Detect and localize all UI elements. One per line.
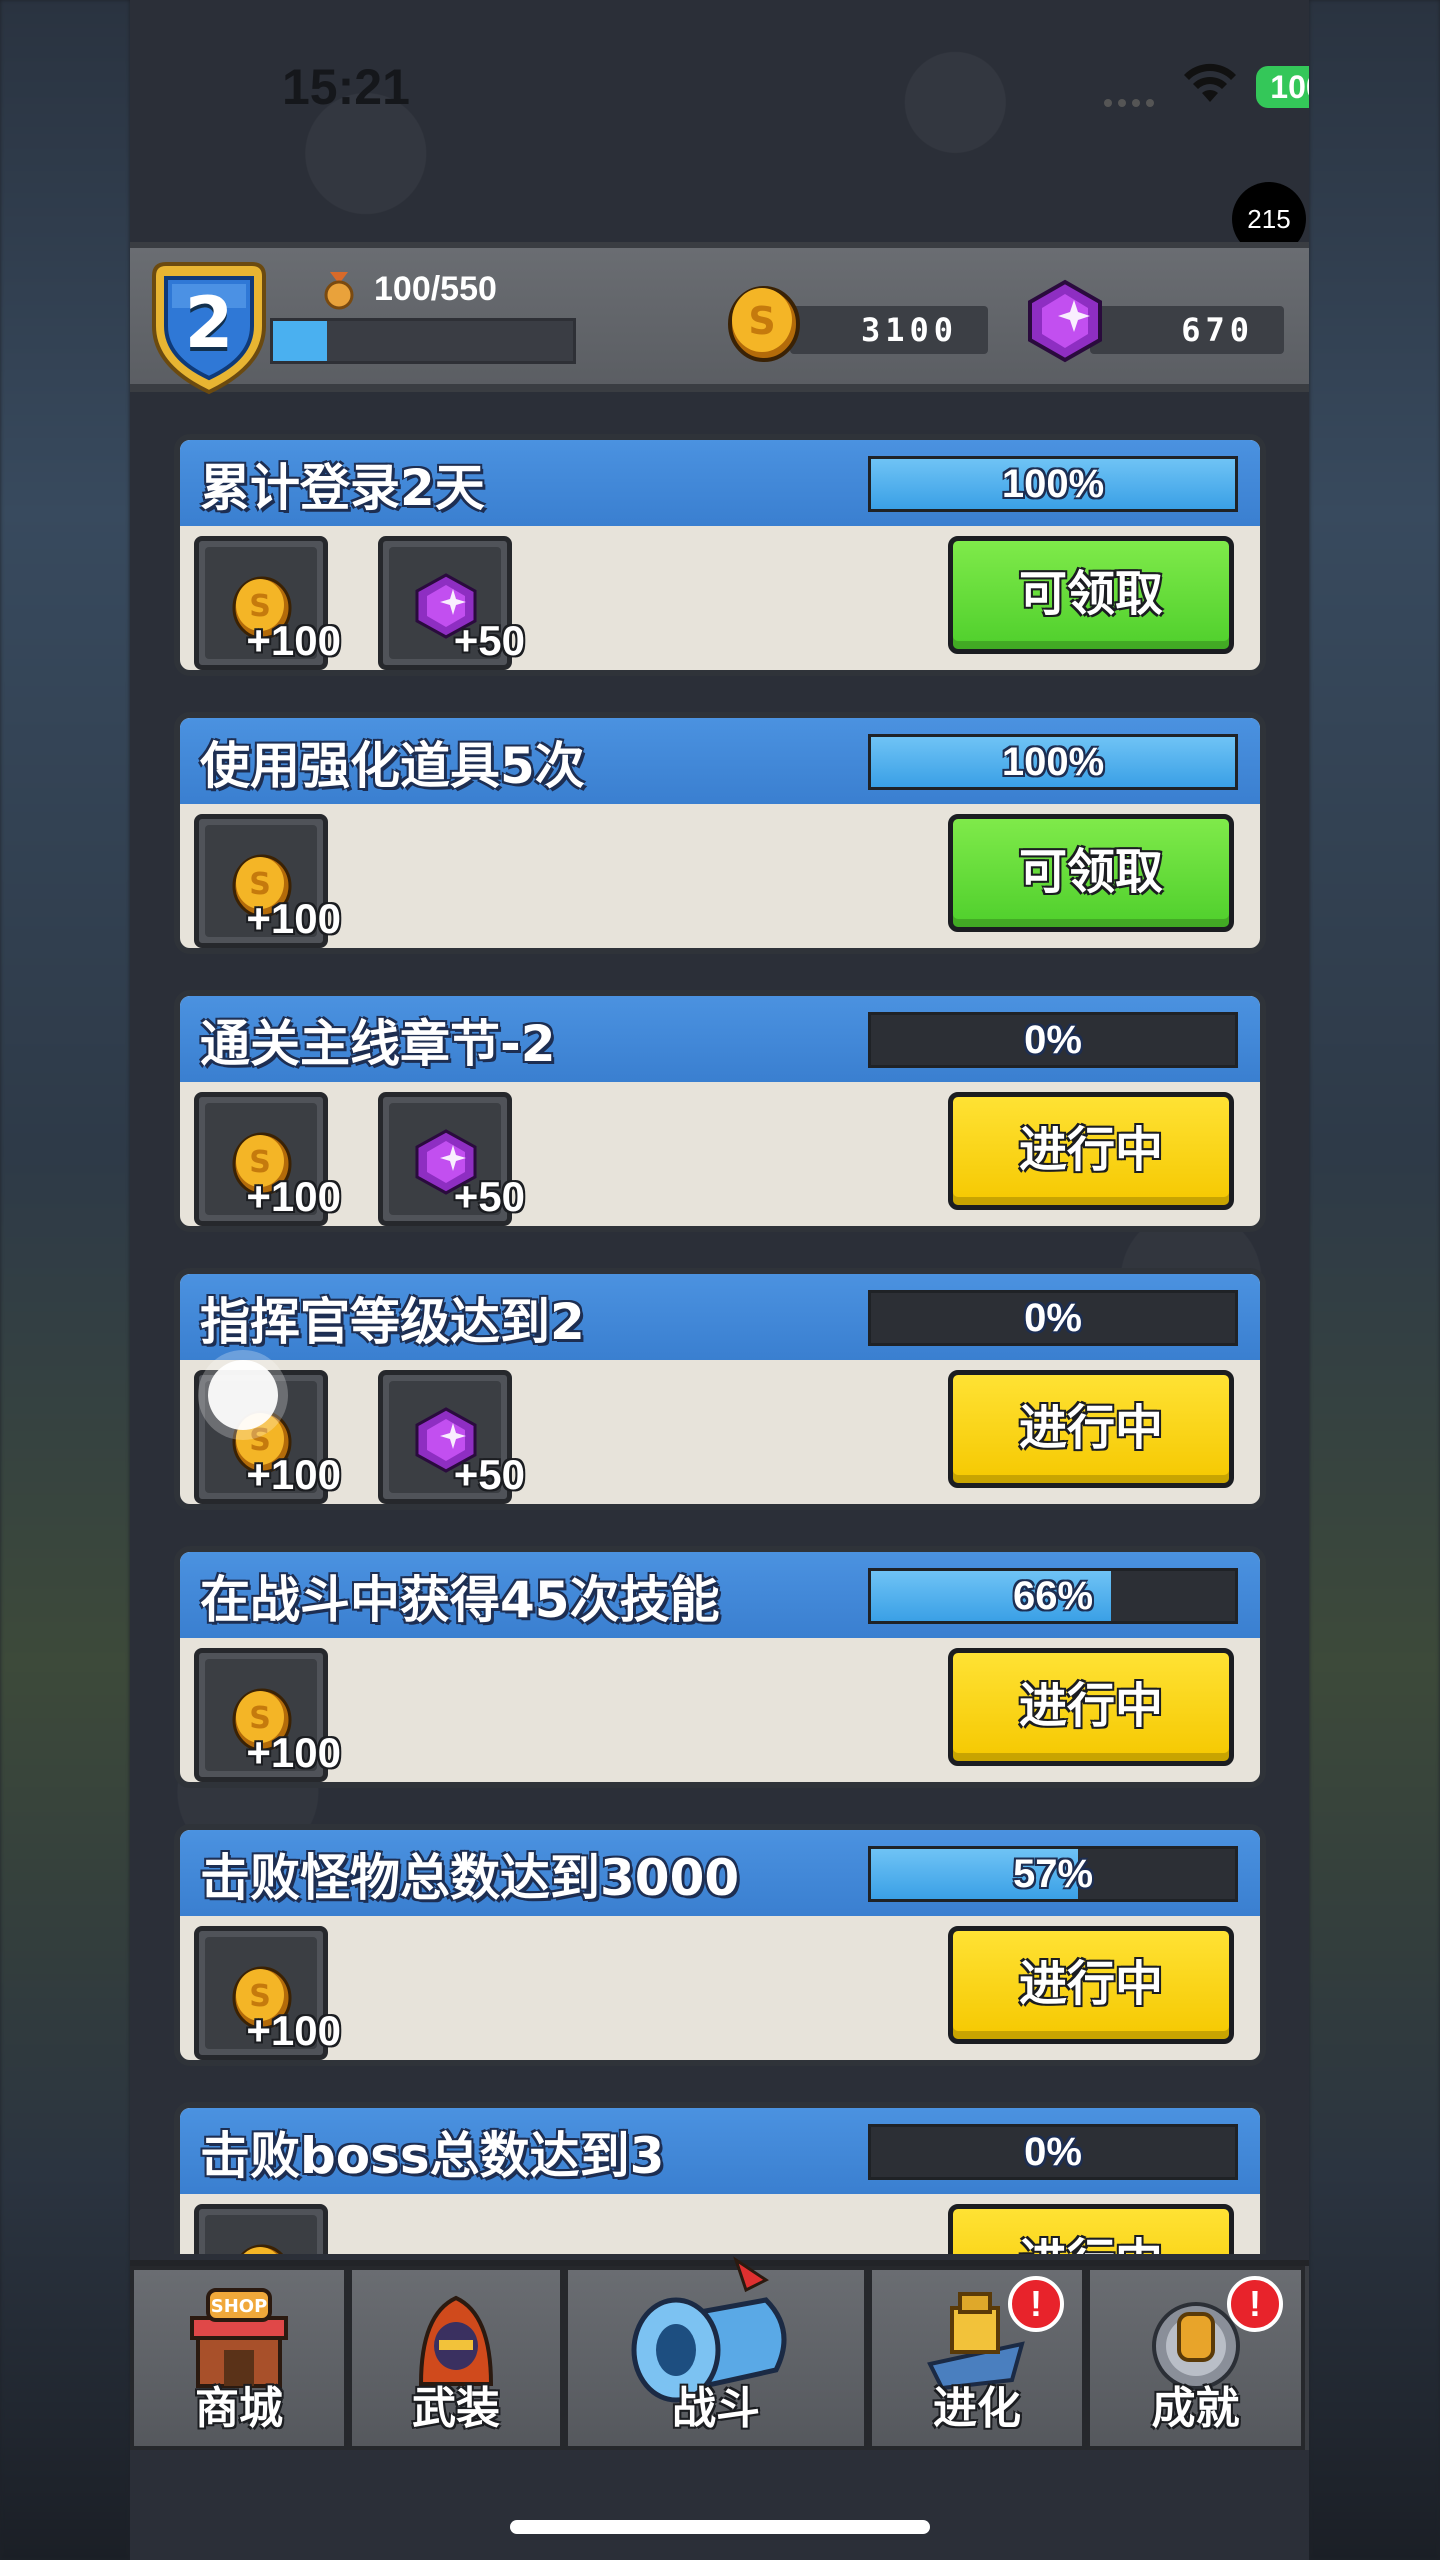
reward-amount: +100 [246, 2007, 341, 2054]
battery-indicator: 100 [1256, 66, 1309, 108]
reward-amount: +100 [246, 1451, 341, 1498]
quest-card: 累计登录2天 100% S +100 +50 可领取 [174, 434, 1266, 676]
reward-amount: +100 [246, 617, 341, 664]
in-progress-button[interactable]: 进行中 [948, 1926, 1234, 2044]
quest-header: 指挥官等级达到2 0% [180, 1274, 1260, 1360]
reward-amount: +100 [246, 1729, 341, 1776]
quest-progress-text: 100% [1001, 462, 1105, 506]
nav-battle-label: 战斗 [672, 2383, 760, 2434]
resource-bar: 2 100/550 3100 S 670 [130, 242, 1309, 395]
svg-text:S: S [748, 299, 775, 343]
reward-amount: +50 [453, 617, 525, 664]
xp-progress-fill [273, 321, 327, 361]
in-progress-button[interactable]: 进行中 [948, 1370, 1234, 1488]
nav-shop-label: 商城 [195, 2383, 283, 2434]
wifi-icon [1184, 63, 1236, 102]
quest-progress-text: 0% [1024, 2130, 1082, 2174]
reward-amount: +50 [453, 1173, 525, 1220]
reward-amount: +50 [453, 1451, 525, 1498]
quest-header: 击败怪物总数达到3000 57% [180, 1830, 1260, 1916]
player-level: 2 [184, 282, 234, 364]
quest-progress-text: 66% [1012, 1574, 1094, 1618]
nav-shop[interactable]: SHOP 商城 [130, 2266, 348, 2450]
quest-progress-bar: 100% [868, 456, 1238, 512]
reward-slot[interactable]: +50 [378, 1092, 525, 1226]
nav-armory[interactable]: 武装 [348, 2266, 564, 2450]
reward-amount: +100 [246, 895, 341, 942]
quest-progress-text: 57% [1012, 1852, 1094, 1896]
quest-progress-text: 0% [1024, 1296, 1082, 1340]
nav-evolve[interactable]: ! 进化 [868, 2266, 1086, 2450]
quest-header: 击败boss总数达到3 0% [180, 2108, 1260, 2194]
blurred-background-right [1309, 0, 1440, 2560]
achievements-alert-badge: ! [1227, 2276, 1283, 2332]
medal-icon [324, 272, 354, 310]
reward-slot[interactable]: S [194, 2204, 328, 2254]
quest-header: 累计登录2天 100% [180, 440, 1260, 526]
reward-slot[interactable]: S +100 [194, 1926, 341, 2060]
quest-card: 通关主线章节-2 0% S +100 +50 进行中 [174, 990, 1266, 1232]
nav-evolve-label: 进化 [933, 2383, 1021, 2434]
xp-progress-bar [270, 318, 576, 364]
quest-progress-bar: 0% [868, 1012, 1238, 1068]
quest-progress-text: 0% [1024, 1018, 1082, 1062]
nav-achievements[interactable]: ! 成就 [1086, 2266, 1305, 2450]
quest-progress-bar: 0% [868, 1290, 1238, 1346]
claim-button[interactable]: 可领取 [948, 814, 1234, 932]
gold-coin-icon: S [728, 286, 800, 362]
xp-text: 100/550 [374, 270, 497, 308]
quest-progress-text: 100% [1001, 740, 1105, 784]
in-progress-button[interactable]: 进行中 [948, 1092, 1234, 1210]
home-indicator[interactable] [510, 2520, 930, 2534]
in-progress-button[interactable]: 进行中 [948, 2204, 1234, 2254]
reward-amount: +100 [246, 1173, 341, 1220]
quest-progress-bar: 100% [868, 734, 1238, 790]
quest-header: 使用强化道具5次 100% [180, 718, 1260, 804]
svg-text:SHOP: SHOP [211, 2296, 268, 2317]
gem-amount: 670 [1090, 306, 1284, 354]
quest-card: 使用强化道具5次 100% S +100 可领取 [174, 712, 1266, 954]
quest-title: 累计登录2天 [200, 459, 485, 517]
quest-header: 通关主线章节-2 0% [180, 996, 1260, 1082]
reward-slot[interactable]: +50 [378, 536, 525, 670]
claim-button[interactable]: 可领取 [948, 536, 1234, 654]
reward-slot[interactable]: S +100 [194, 1092, 341, 1226]
quest-progress-bar: 0% [868, 2124, 1238, 2180]
evolve-alert-badge: ! [1008, 2276, 1064, 2332]
game-screen: 15:21 100 215 2 100/550 3100 S 670 [130, 0, 1309, 2560]
quest-title: 指挥官等级达到2 [200, 1293, 585, 1351]
signal-dots-icon [1104, 92, 1164, 107]
quest-card: 击败boss总数达到3 0% S 进行中 [174, 2102, 1266, 2254]
status-time: 15:21 [282, 59, 410, 115]
quest-title: 在战斗中获得45次技能 [200, 1571, 720, 1629]
quest-card: 击败怪物总数达到3000 57% S +100 进行中 [174, 1824, 1266, 2066]
nav-armory-label: 武装 [412, 2383, 500, 2434]
reward-slot[interactable]: S +100 [194, 814, 341, 948]
quest-title: 击败boss总数达到3 [200, 2127, 665, 2185]
touch-indicator [208, 1360, 278, 1430]
reward-slot[interactable]: S +100 [194, 536, 341, 670]
blurred-background-left [0, 0, 130, 2560]
quest-progress-bar: 57% [868, 1846, 1238, 1902]
nav-achievements-label: 成就 [1151, 2383, 1240, 2434]
quest-title: 使用强化道具5次 [200, 737, 585, 795]
quest-title: 通关主线章节-2 [200, 1015, 556, 1073]
quest-card: 指挥官等级达到2 0% S +100 +50 进行中 [174, 1268, 1266, 1510]
gem-icon [1028, 279, 1102, 363]
quest-header: 在战斗中获得45次技能 66% [180, 1552, 1260, 1638]
gold-amount: 3100 [790, 306, 988, 354]
gold-coin-icon: S [227, 2239, 297, 2254]
reward-slot[interactable]: S +100 [194, 1648, 341, 1782]
in-progress-button[interactable]: 进行中 [948, 1648, 1234, 1766]
nav-battle[interactable]: 战斗 [564, 2256, 868, 2450]
reward-slot[interactable]: +50 [378, 1370, 525, 1504]
quest-title: 击败怪物总数达到3000 [200, 1849, 740, 1907]
quest-list[interactable]: 累计登录2天 100% S +100 +50 可领取 使用强化道具5次 100% S +100 可领… [174, 434, 1309, 2254]
quest-progress-bar: 66% [868, 1568, 1238, 1624]
quest-card: 在战斗中获得45次技能 66% S +100 进行中 [174, 1546, 1266, 1788]
bottom-navigation: SHOP 商城 武装 战斗 ! 进化 ! 成就 [130, 2256, 1309, 2450]
